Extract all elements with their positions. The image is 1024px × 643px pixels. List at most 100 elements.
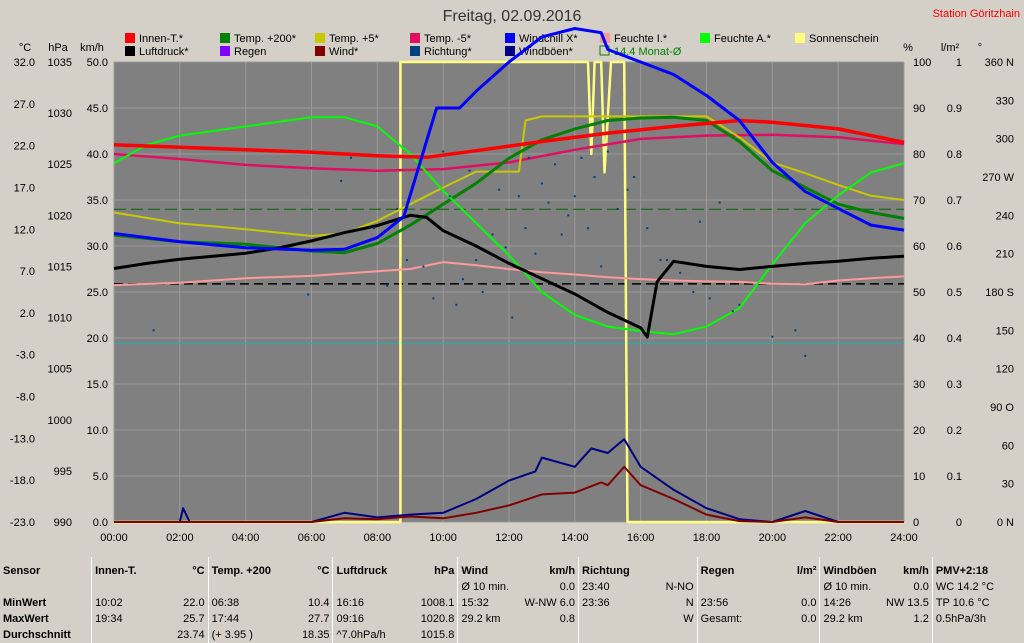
series-richtung-point bbox=[475, 259, 478, 262]
legend: Innen-T.* Temp. +200* Temp. +5* Temp. -5* Wi… bbox=[125, 33, 879, 58]
chart-title: Freitag, 02.09.2016 bbox=[443, 8, 582, 25]
stats-row-label: Durchschnitt bbox=[3, 629, 71, 641]
rain-tick-label: 0.8 bbox=[947, 149, 962, 161]
rain-tick-label: 0.7 bbox=[947, 195, 962, 207]
stats-cell: 18.35 bbox=[301, 629, 330, 641]
direction-tick-label: 330 bbox=[996, 95, 1014, 107]
rain-tick-label: 0.6 bbox=[947, 241, 962, 253]
stats-cell: 1015.8 bbox=[420, 629, 455, 641]
stats-cell: 0.0 bbox=[559, 581, 576, 593]
direction-tick-label: 240 bbox=[996, 210, 1014, 222]
series-richtung-point bbox=[731, 310, 734, 313]
series-richtung-point bbox=[692, 291, 695, 293]
humidity-tick-label: 30 bbox=[913, 379, 925, 391]
humidity-tick-label: 0 bbox=[913, 517, 919, 529]
legend-swatch bbox=[795, 33, 805, 43]
stats-cell bbox=[91, 579, 148, 595]
legend-label: Temp. -5* bbox=[424, 33, 472, 45]
pressure-tick-label: 1025 bbox=[48, 159, 72, 171]
temp-tick-label: 12.0 bbox=[14, 224, 35, 236]
stats-cell: 23:40 bbox=[578, 579, 646, 595]
series-richtung-point bbox=[547, 201, 550, 204]
stats-cell bbox=[91, 627, 148, 643]
wind-tick-label: 20.0 bbox=[87, 333, 108, 345]
legend-swatch bbox=[315, 33, 325, 43]
legend-swatch bbox=[220, 46, 230, 56]
series-richtung-point bbox=[396, 207, 399, 210]
legend-swatch bbox=[125, 33, 135, 43]
stats-cell: 19:34 bbox=[91, 611, 148, 627]
stats-cell: NW 13.5 bbox=[886, 597, 929, 609]
legend-label: Richtung* bbox=[424, 46, 472, 58]
series-richtung-point bbox=[606, 150, 609, 153]
wind-tick-label: 50.0 bbox=[87, 57, 108, 69]
stats-row: Durchschnitt 23.74 (+ 3.95 ) 18.35 ^7.0hPa/h… bbox=[0, 627, 1024, 643]
hdr-regen-unit: l/m² bbox=[796, 565, 817, 577]
series-richtung-point bbox=[560, 233, 563, 236]
hdr-pmv: PMV+2:18 bbox=[931, 557, 1024, 579]
stats-cell bbox=[271, 579, 333, 595]
stats-cell bbox=[878, 627, 932, 643]
series-richtung-point bbox=[567, 214, 570, 217]
legend-label: Temp. +200* bbox=[234, 33, 297, 45]
stats-cell: 25.7 bbox=[183, 613, 205, 625]
series-richtung-point bbox=[432, 297, 435, 300]
stats-cell: 29.2 km bbox=[457, 611, 515, 627]
direction-tick-label: 90 O bbox=[990, 402, 1014, 414]
series-richtung-point bbox=[593, 176, 596, 178]
humidity-tick-label: 60 bbox=[913, 241, 925, 253]
wind-tick-label: 35.0 bbox=[87, 195, 108, 207]
humidity-tick-label: 50 bbox=[913, 287, 925, 299]
stats-cell: 0.0 bbox=[801, 613, 817, 625]
humidity-unit: % bbox=[903, 42, 913, 54]
direction-tick-label: 360 N bbox=[985, 57, 1014, 69]
stats-cell: WC 14.2 °C bbox=[931, 579, 1024, 595]
direction-tick-label: 150 bbox=[996, 325, 1014, 337]
x-tick-label: 02:00 bbox=[166, 532, 194, 544]
series-richtung-point bbox=[527, 156, 530, 159]
pressure-tick-label: 1010 bbox=[48, 313, 72, 325]
humidity-tick-label: 100 bbox=[913, 57, 931, 69]
direction-tick-label: 120 bbox=[996, 364, 1014, 376]
stats-cell: 0.8 bbox=[559, 613, 576, 625]
stats-cell: N bbox=[685, 597, 694, 609]
stats-cell: 0.0 bbox=[913, 581, 929, 593]
pressure-unit: hPa bbox=[48, 42, 68, 54]
stats-row: MaxWert 19:34 25.7 17:44 27.7 09:16 1020.8 29.2… bbox=[0, 611, 1024, 627]
x-tick-label: 16:00 bbox=[627, 532, 655, 544]
legend-label: Regen bbox=[234, 46, 266, 58]
stats-cell: Ø 10 min. bbox=[457, 579, 515, 595]
wind-tick-label: 45.0 bbox=[87, 103, 108, 115]
stats-cell: 0.0 bbox=[801, 597, 817, 609]
humidity-tick-label: 90 bbox=[913, 103, 925, 115]
legend-swatch bbox=[700, 33, 710, 43]
stats-table: Sensor Innen-T. °C Temp. +200 °C Luftdru… bbox=[0, 557, 1024, 643]
legend-label: Wind* bbox=[329, 46, 359, 58]
stats-row: Ø 10 min. 0.0 23:40 N-NO Ø 10 min. 0.0 WC 14.2… bbox=[0, 579, 1024, 595]
series-richtung-point bbox=[804, 354, 807, 357]
temp-tick-label: -3.0 bbox=[16, 350, 35, 362]
stats-cell bbox=[207, 579, 271, 595]
series-richtung-point bbox=[498, 188, 501, 191]
pressure-tick-label: 1035 bbox=[48, 57, 72, 69]
series-richtung-point bbox=[491, 233, 494, 236]
legend-label: Luftdruck* bbox=[139, 46, 189, 58]
series-richtung-point bbox=[646, 227, 649, 230]
stats-cell: 23:56 bbox=[696, 595, 756, 611]
direction-tick-label: 60 bbox=[1002, 440, 1014, 452]
series-richtung-point bbox=[386, 284, 389, 287]
series-richtung-point bbox=[448, 195, 451, 198]
direction-tick-label: 210 bbox=[996, 249, 1014, 261]
stats-cell bbox=[514, 627, 579, 643]
stats-cell: Ø 10 min. bbox=[819, 579, 879, 595]
series-richtung-point bbox=[573, 195, 576, 198]
series-richtung-point bbox=[718, 201, 721, 204]
temp-unit: °C bbox=[19, 42, 31, 54]
stats-cell bbox=[457, 627, 515, 643]
stats-row-label: MaxWert bbox=[3, 613, 49, 625]
series-richtung-point bbox=[524, 227, 527, 230]
temp-tick-label: 22.0 bbox=[14, 141, 35, 153]
stats-header-row: Sensor Innen-T. °C Temp. +200 °C Luftdru… bbox=[0, 557, 1024, 579]
legend-swatch bbox=[220, 33, 230, 43]
pressure-tick-label: 1015 bbox=[48, 261, 72, 273]
